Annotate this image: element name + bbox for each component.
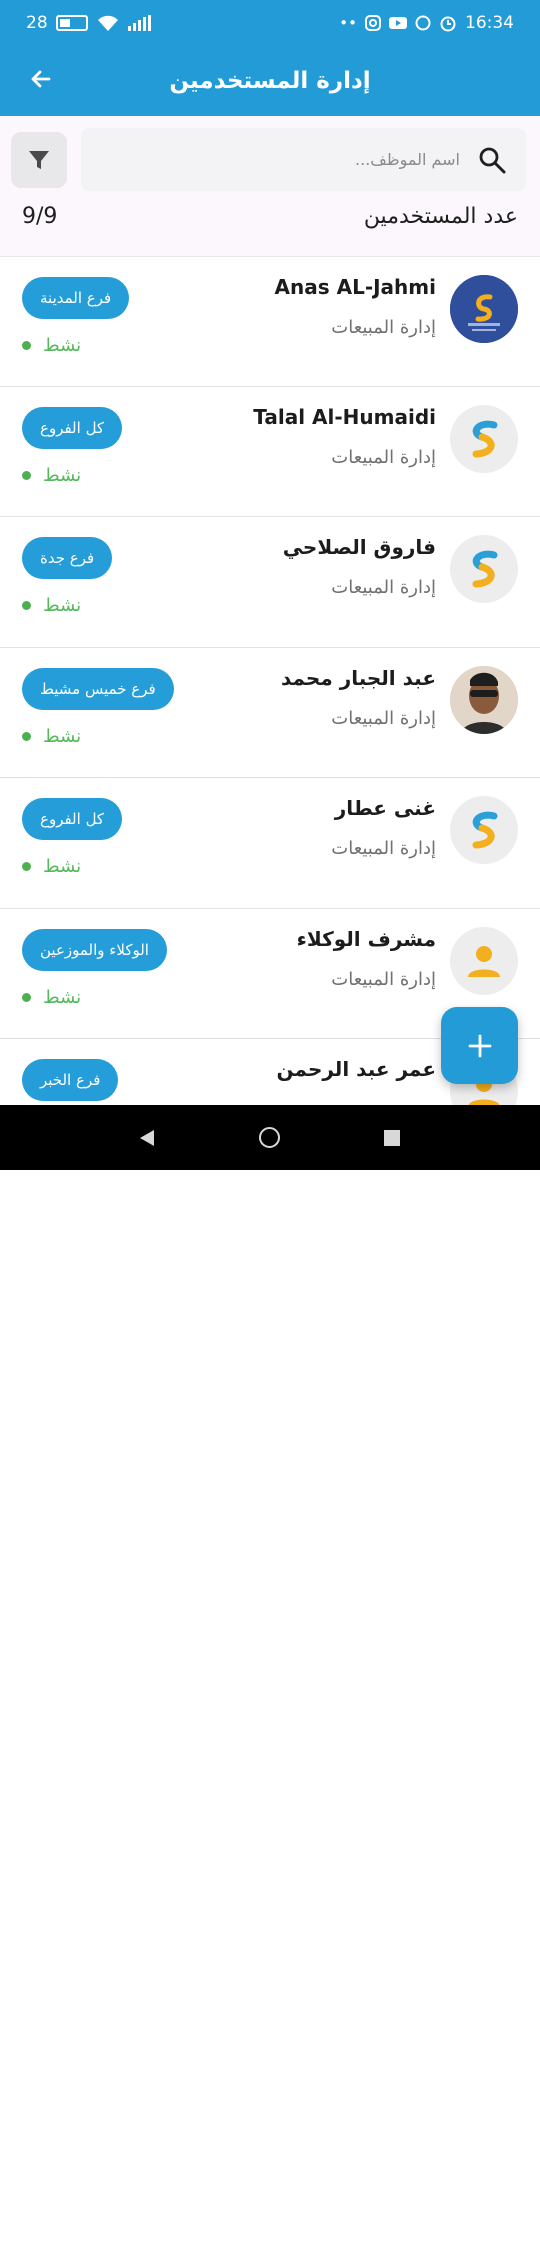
brand-s-avatar [450, 535, 518, 603]
status-label: نشط [43, 335, 82, 356]
wifi-icon [97, 15, 118, 31]
user-card[interactable]: عبد الجبار محمد إدارة المبيعات فرع خميس … [0, 647, 540, 778]
brand-s-icon [472, 811, 498, 849]
nav-back-icon[interactable] [138, 1128, 156, 1148]
system-nav-bar: مستقل mostaql.com [0, 1105, 540, 2250]
user-name: غنى عطار [334, 796, 436, 820]
user-card[interactable]: فاروق الصلاحي إدارة المبيعات فرع جدة نشط [0, 517, 540, 648]
status-dot-icon [22, 862, 31, 871]
brand-s-avatar [450, 404, 518, 473]
user-card[interactable]: Anas AL-Jahmi إدارة المبيعات فرع المدينة… [0, 256, 540, 387]
user-card[interactable]: Talal Al-Humaidi إدارة المبيعات كل الفرو… [0, 386, 540, 517]
page-title: إدارة المستخدمين [169, 68, 371, 94]
branch-chip[interactable]: فرع خميس مشيط [22, 667, 174, 710]
status-label: نشط [43, 464, 82, 486]
watermark: مستقل [236, 2217, 302, 2238]
branch-chip[interactable]: فرع الخبر [22, 1059, 119, 1101]
signal-icon [127, 15, 151, 31]
search-input[interactable] [120, 128, 460, 191]
user-name: مشرف الوكلاء [296, 926, 436, 951]
youtube-icon [389, 17, 407, 29]
user-department: إدارة المبيعات [331, 968, 436, 990]
branch-chip[interactable]: كل الفروع [22, 406, 123, 449]
branch-chip[interactable]: فرع المدينة [22, 277, 130, 319]
status-dot-icon [22, 470, 31, 480]
plus-icon [468, 1034, 491, 1057]
status-label: نشط [43, 725, 82, 747]
brand-s-icon [472, 550, 498, 588]
person-icon [468, 945, 500, 977]
status-indicator: نشط [22, 987, 81, 1008]
battery-icon [55, 15, 88, 31]
status-dot-icon [22, 341, 31, 350]
user-name: عمر عبد الرحمن [276, 1057, 436, 1081]
clock: 16:34 [465, 13, 514, 33]
add-user-button[interactable] [441, 1007, 518, 1084]
nav-recent-icon[interactable] [384, 1130, 400, 1146]
app-bar: إدارة المستخدمين [0, 46, 540, 116]
user-department: إدارة المبيعات [331, 577, 436, 598]
status-dot-icon [22, 731, 31, 741]
branch-chip[interactable]: فرع جدة [22, 537, 113, 579]
status-bar: 28 •• 16:34 [0, 0, 540, 46]
user-name: عبد الجبار محمد [280, 665, 436, 690]
branch-chip[interactable]: الوكلاء والموزعين [22, 928, 167, 971]
status-indicator: نشط [22, 856, 81, 877]
status-indicator: نشط [22, 465, 81, 486]
brand-s-avatar [450, 796, 518, 864]
user-name: Talal Al-Humaidi [253, 404, 436, 429]
back-button[interactable] [24, 62, 58, 96]
status-indicator: نشط [22, 726, 81, 747]
logo-photo-avatar [450, 275, 518, 343]
alarm-icon [440, 16, 456, 32]
user-count-value: 9/9 [22, 204, 58, 229]
status-dot-icon [22, 601, 31, 610]
status-indicator: نشط [22, 335, 81, 356]
user-card[interactable]: غنى عطار إدارة المبيعات كل الفروع نشط [0, 778, 540, 909]
user-count-label: عدد المستخدمين [363, 204, 518, 229]
branch-chip[interactable]: كل الفروع [22, 798, 123, 840]
instagram-icon [365, 15, 381, 31]
filter-button[interactable] [11, 132, 67, 188]
search-area: 9/9 عدد المستخدمين [0, 116, 540, 256]
person-photo-avatar [450, 665, 518, 734]
user-name: Anas AL-Jahmi [274, 275, 436, 299]
user-name: فاروق الصلاحي [282, 535, 436, 559]
nav-home-icon[interactable] [259, 1127, 280, 1148]
default-person-avatar [450, 926, 518, 995]
status-label: نشط [43, 595, 82, 616]
search-icon [479, 147, 506, 174]
arrow-back-icon [31, 70, 51, 88]
brand-logo-icon [450, 275, 518, 343]
status-label: نشط [43, 856, 82, 877]
battery-percent: 28 [26, 13, 48, 33]
user-department: إدارة المبيعات [331, 838, 436, 859]
user-count-row: 9/9 عدد المستخدمين [22, 204, 518, 229]
status-indicator: نشط [22, 595, 81, 616]
more-dots-icon: •• [339, 14, 357, 32]
search-box [81, 128, 526, 191]
whatsapp-icon [415, 15, 431, 31]
person-photo-icon [450, 665, 518, 734]
user-department: إدارة المبيعات [331, 317, 436, 338]
filter-icon [29, 151, 49, 169]
user-department: إدارة المبيعات [331, 707, 436, 729]
status-dot-icon [22, 992, 31, 1002]
user-department: إدارة المبيعات [331, 446, 436, 468]
brand-s-icon [472, 420, 498, 457]
status-label: نشط [43, 986, 82, 1008]
watermark-sub: mostaql.com [238, 2239, 303, 2250]
